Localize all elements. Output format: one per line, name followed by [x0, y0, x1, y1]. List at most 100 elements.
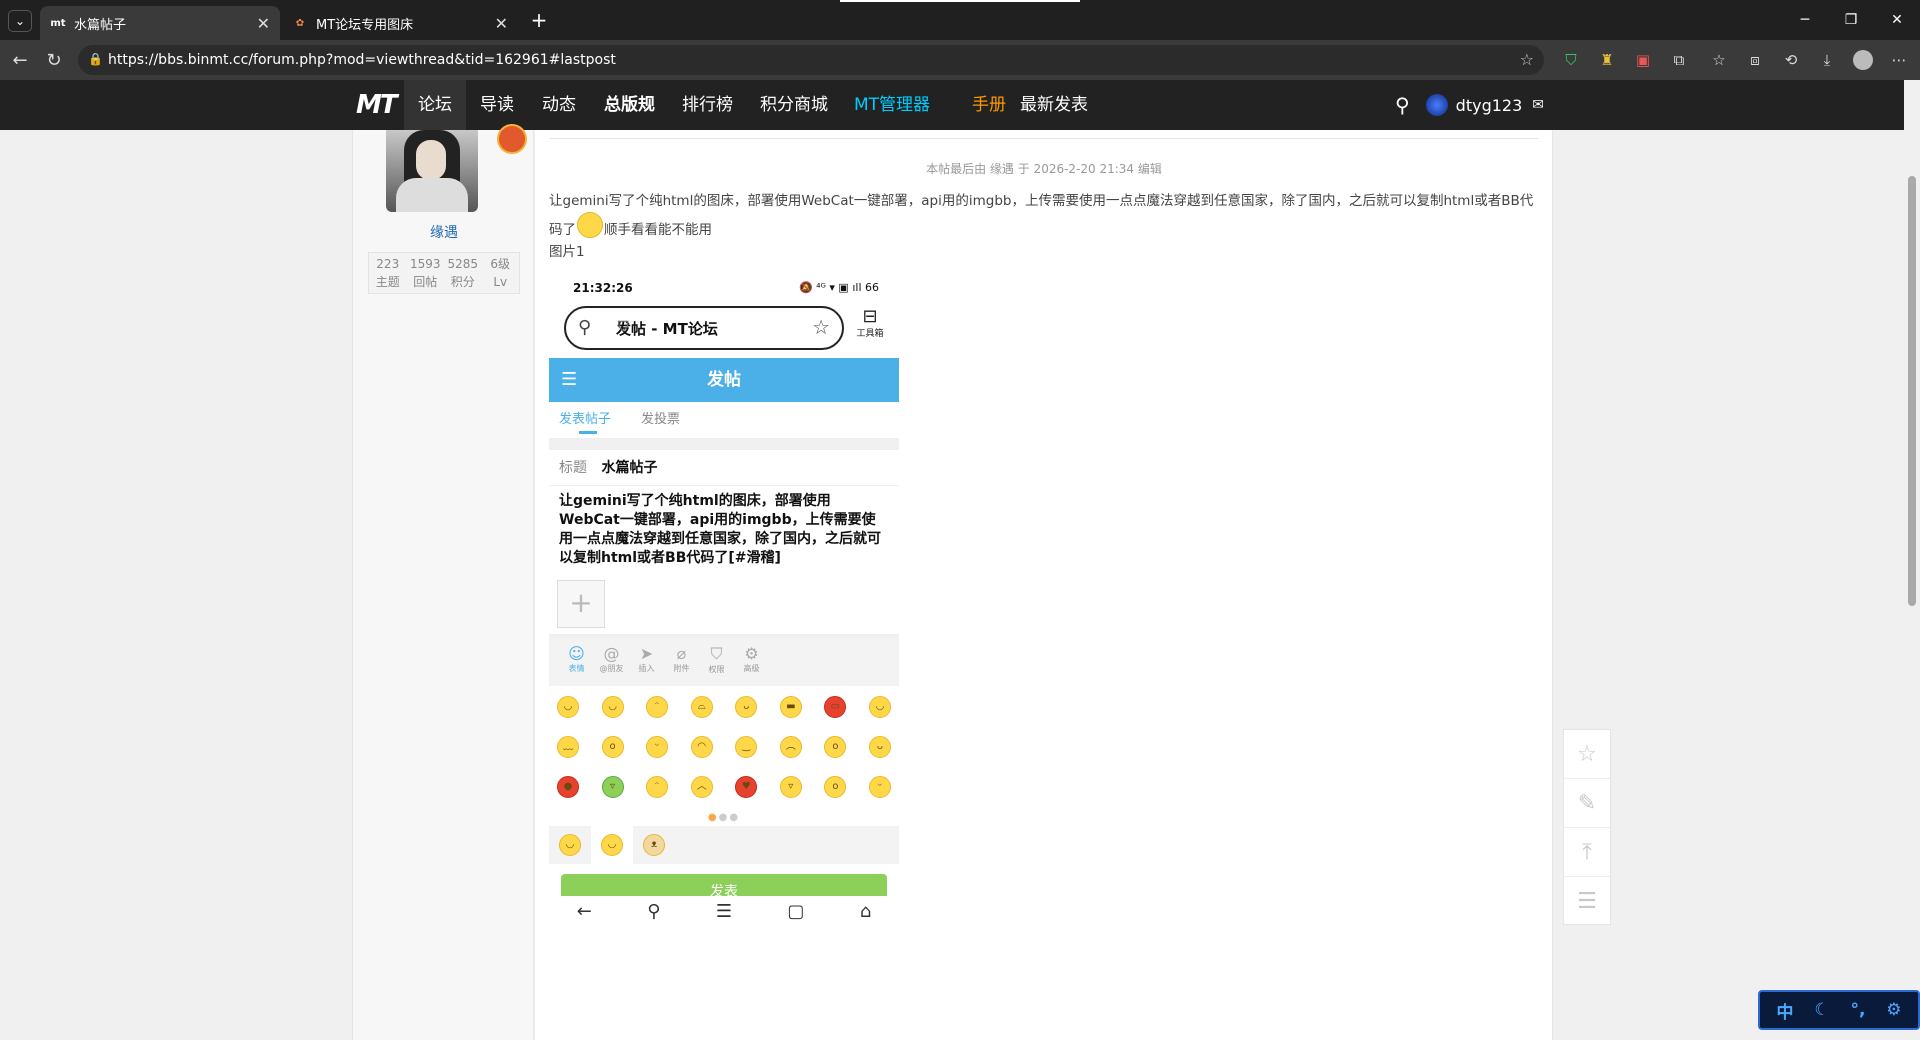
emoji-icon: ⌓	[690, 696, 713, 718]
download-icon[interactable]: ⤓	[1814, 47, 1840, 73]
nav-mt-manager[interactable]: MT管理器	[840, 80, 944, 130]
stat-value: 5285	[447, 257, 479, 271]
phone-tabs: 发表帖子 发投票	[549, 402, 899, 438]
author-stats: 223 主题 1593 回帖 5285 积分 6级 Lv	[368, 252, 520, 294]
extensions-puzzle-icon[interactable]: ⧉	[1666, 47, 1692, 73]
moon-icon[interactable]: ☾	[1814, 1000, 1829, 1020]
search-icon[interactable]: ⚲	[1395, 93, 1410, 117]
close-icon[interactable]: ✕	[495, 14, 508, 33]
emoji-row: ◡ ◡ ᵔ ⌓ ᴗ ▬ ▭ ◡	[557, 696, 891, 718]
extension-badge-icon[interactable]: ♜	[1594, 47, 1620, 73]
mail-icon[interactable]: ✉	[1532, 97, 1544, 113]
search-icon: ⚲	[578, 317, 592, 338]
emoji-icon: ᴗ	[868, 736, 891, 758]
shield-icon: ⛉ 权限	[708, 644, 725, 674]
phone-emoji-grid: ◡ ◡ ᵔ ⌓ ᴗ ▬ ▭ ◡ ﹏ o ᵕ ◠ ‿ ︵ ο ᴗ ● ▿ ᵔ ︿ ♥ ▿ o ᵕ	[549, 688, 899, 818]
stat-credits[interactable]: 5285 积分	[444, 253, 482, 293]
phone-title-label: 标题	[559, 460, 587, 476]
more-menu-icon[interactable]: ⋯	[1886, 47, 1912, 73]
emoji-tab: ◡	[591, 826, 633, 864]
stat-level[interactable]: 6级 Lv	[482, 253, 520, 293]
at-icon: @ @朋友	[599, 644, 624, 673]
list-icon[interactable]: ☰	[1564, 877, 1610, 926]
nav-latest[interactable]: 最新发表	[1006, 80, 1102, 130]
emoji-row: ﹏ o ᵕ ◠ ‿ ︵ ο ᴗ	[557, 736, 891, 758]
site-nav-bar: MT 论坛 导读 动态 总版规 排行榜 积分商城 MT管理器 手册 最新发表 ⚲…	[0, 80, 1904, 130]
floating-action-bar: ☆ ✎ ⤒ ☰	[1563, 729, 1611, 925]
close-icon[interactable]: ✕	[257, 14, 270, 33]
medal-icon[interactable]	[497, 124, 527, 154]
user-area: ⚲ dtyg123 ✉	[1395, 80, 1544, 130]
phone-toolbox: ⊟ 工具箱	[852, 308, 888, 340]
favorite-star-icon[interactable]: ☆	[1520, 50, 1534, 69]
divider	[549, 438, 899, 450]
new-tab-button[interactable]: +	[526, 6, 552, 34]
emoji-icon: ᵕ	[646, 736, 669, 758]
emoji-icon: ◡	[601, 696, 624, 718]
stat-threads[interactable]: 223 主题	[369, 253, 407, 293]
refresh-icon[interactable]: ↻	[40, 46, 68, 74]
tool-label: 附件	[673, 664, 690, 673]
star-icon[interactable]: ☆	[1564, 730, 1610, 779]
shield-extension-icon[interactable]: ⛉	[1558, 47, 1584, 73]
punctuation-icon[interactable]: °,	[1850, 1000, 1865, 1020]
page-scrollbar[interactable]	[1904, 80, 1920, 1040]
paperclip-icon: ⌀ 附件	[673, 644, 690, 673]
emoji-icon: ▿	[601, 776, 624, 798]
phone-tab-vote: 发投票	[641, 412, 681, 427]
nav-ranking[interactable]: 排行榜	[668, 80, 747, 130]
image-caption: 图片1	[549, 244, 585, 260]
divider	[549, 138, 1539, 139]
favorites-icon[interactable]: ☆	[1706, 47, 1732, 73]
menu-icon: ☰	[561, 369, 578, 390]
emoji-tab: ◡	[549, 826, 591, 864]
pencil-icon[interactable]: ✎	[1564, 779, 1610, 828]
history-icon[interactable]: ⟲	[1778, 47, 1804, 73]
phone-editor-toolbar: ☺ 表情 @ @朋友 ➤ 插入 ⌀ 附件 ⛉ 权限 ⚙ 高级	[549, 638, 899, 686]
stat-label: Lv	[493, 275, 508, 289]
home-icon: ⌂	[859, 900, 872, 922]
tab-actions-button[interactable]: ⌄	[8, 10, 32, 32]
restore-button[interactable]: ❐	[1828, 0, 1874, 40]
stat-label: 回帖	[413, 275, 438, 289]
nav-shop[interactable]: 积分商城	[746, 80, 842, 130]
ime-toolbar[interactable]: 中 ☾ °, ⚙	[1758, 990, 1920, 1030]
nav-guide[interactable]: 导读	[466, 80, 528, 130]
post-screenshot-image[interactable]: 21:32:26 🔕 ⁴ᴳ ▾ ▣ ıll 66 ⚲ ⛉ 发帖 - MT论坛 ☆…	[549, 276, 899, 1040]
minimize-button[interactable]: ─	[1782, 0, 1828, 40]
nav-rules[interactable]: 总版规	[590, 80, 669, 130]
emoji-icon: ᵕ	[868, 776, 891, 798]
profile-avatar-icon[interactable]	[1850, 47, 1876, 73]
emoji-icon: ﹏	[557, 736, 579, 758]
username[interactable]: dtyg123	[1456, 96, 1523, 115]
phone-status-bar: 21:32:26 🔕 ⁴ᴳ ▾ ▣ ıll 66	[549, 276, 899, 300]
ime-mode[interactable]: 中	[1776, 998, 1793, 1023]
tool-label: 高级	[743, 664, 760, 673]
back-to-top-icon[interactable]: ⤒	[1564, 828, 1610, 877]
stat-replies[interactable]: 1593 回帖	[407, 253, 445, 293]
collections-icon[interactable]: ⧈	[1742, 47, 1768, 73]
author-name[interactable]: 缘遇	[353, 222, 535, 242]
close-window-button[interactable]: ✕	[1874, 0, 1920, 40]
loading-indicator	[840, 0, 1080, 2]
phone-nav-bar: ← ⚲ ☰ ▢ ⌂	[549, 896, 899, 926]
mt-logo[interactable]: MT	[356, 90, 398, 120]
author-avatar[interactable]	[386, 130, 478, 212]
phone-title-row: 标题 水篇帖子	[549, 450, 899, 486]
phone-time: 21:32:26	[573, 281, 633, 295]
address-bar[interactable]: 🔒 https://bbs.binmt.cc/forum.php?mod=vie…	[78, 45, 1544, 75]
gear-icon[interactable]: ⚙	[1886, 1000, 1901, 1020]
toolbox-label: 工具箱	[856, 329, 884, 339]
extension-red-icon[interactable]: ▣	[1630, 47, 1656, 73]
nav-forum[interactable]: 论坛	[404, 80, 466, 130]
tab-tuchuang[interactable]: ✿ MT论坛专用图床 ✕	[282, 6, 518, 40]
phone-tab-post: 发表帖子	[559, 402, 611, 438]
back-arrow-icon[interactable]: ←	[6, 46, 34, 74]
phone-url-bar: ⚲ ⛉ 发帖 - MT论坛 ☆	[564, 306, 844, 350]
tab-shuipian[interactable]: mt 水篇帖子 ✕	[40, 6, 280, 40]
nav-activity[interactable]: 动态	[528, 80, 590, 130]
scrollbar-thumb[interactable]	[1908, 176, 1916, 606]
post-content: 本帖最后由 缘遇 于 2026-2-20 21:34 编辑 让gemini写了个…	[535, 130, 1553, 1040]
avatar-robe	[396, 178, 468, 212]
user-avatar[interactable]	[1425, 94, 1448, 116]
